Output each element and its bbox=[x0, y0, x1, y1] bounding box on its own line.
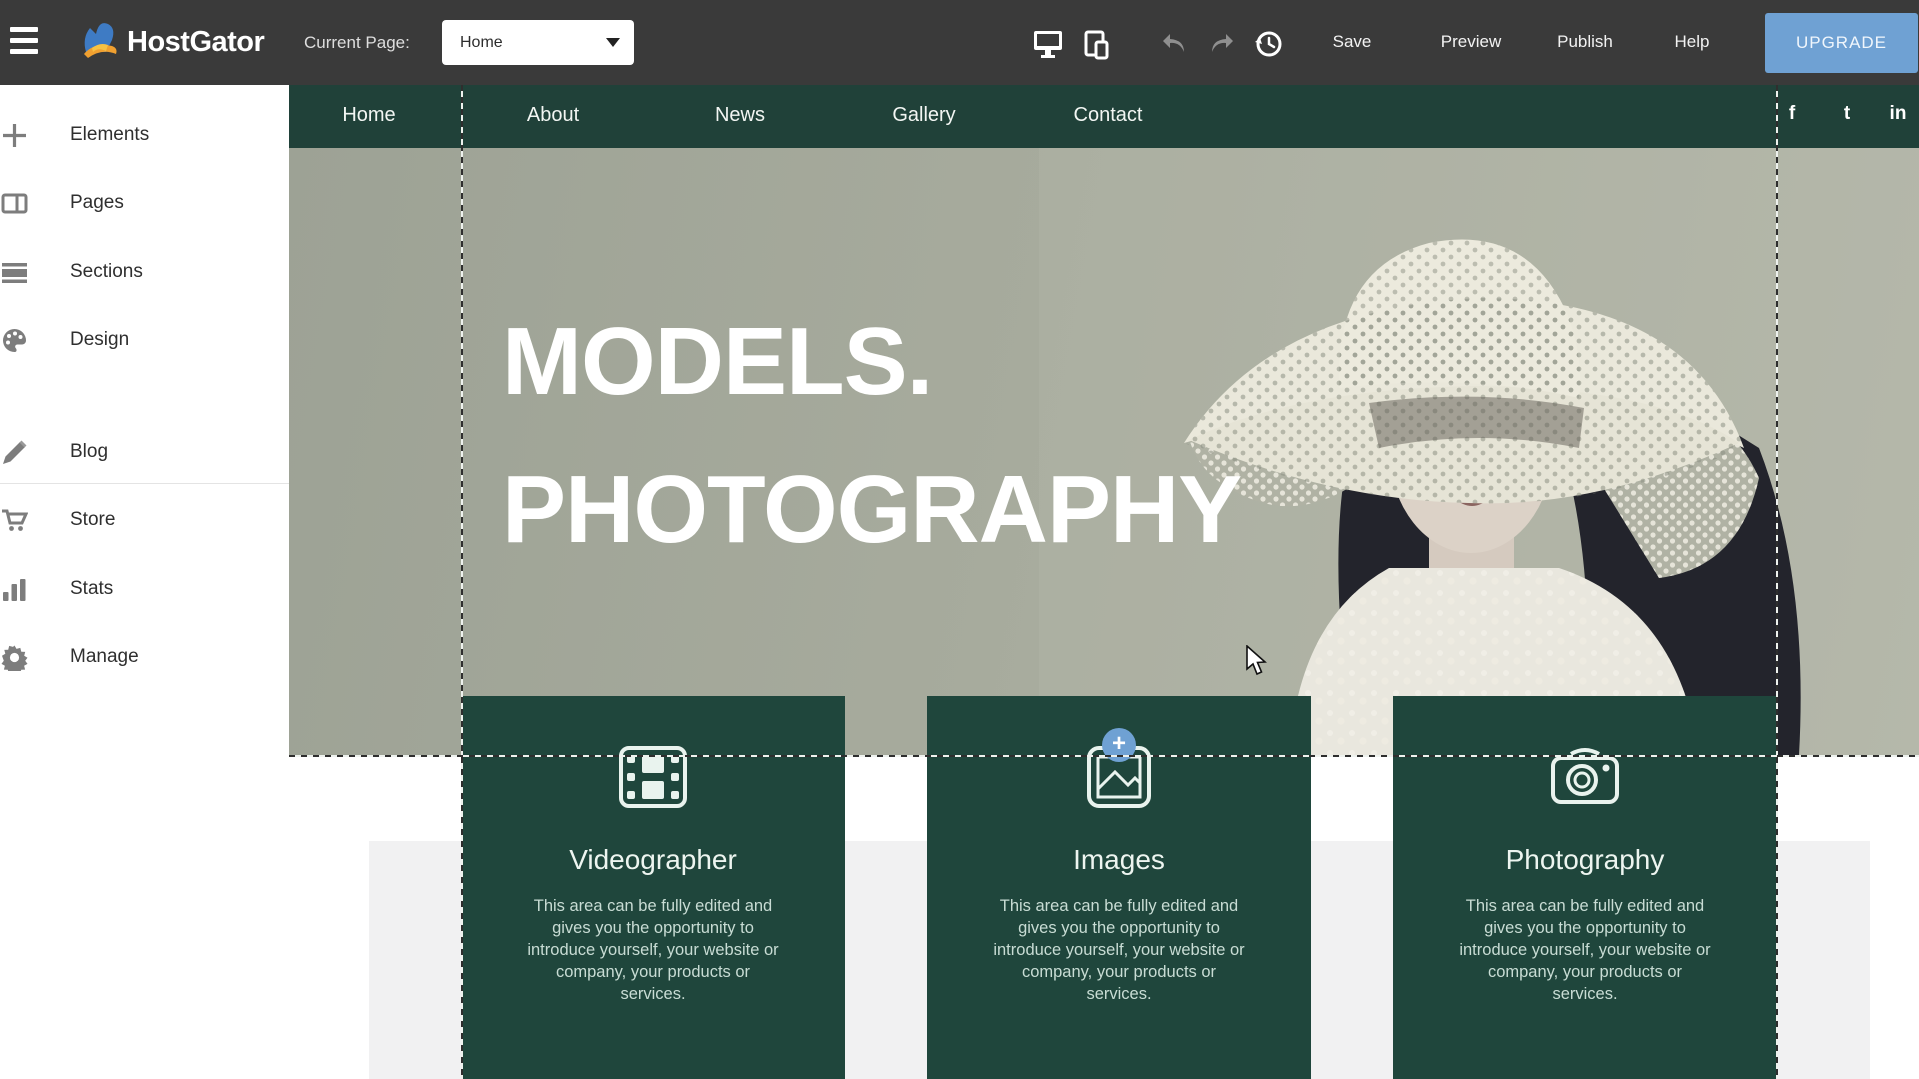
pencil-icon bbox=[1, 439, 28, 466]
hero-title[interactable]: MODELS. PHOTOGRAPHY bbox=[502, 288, 1241, 584]
site-nav-contact[interactable]: Contact bbox=[1074, 104, 1143, 127]
redo-icon[interactable] bbox=[1206, 32, 1240, 60]
publish-button[interactable]: Publish bbox=[1557, 32, 1613, 52]
hero-title-line2: PHOTOGRAPHY bbox=[502, 436, 1241, 584]
hostgator-logo: HostGator bbox=[78, 18, 264, 67]
sections-icon bbox=[1, 259, 28, 286]
site-nav-home[interactable]: Home bbox=[342, 104, 395, 127]
sidebar-item-label: Pages bbox=[70, 192, 124, 214]
help-button[interactable]: Help bbox=[1675, 32, 1710, 52]
facebook-icon[interactable]: f bbox=[1789, 103, 1795, 125]
hero-title-line1: MODELS. bbox=[502, 288, 1241, 436]
sidebar-item-label: Stats bbox=[70, 578, 113, 600]
site-navbar[interactable]: Home About News Gallery Contact f t in bbox=[289, 85, 1919, 148]
card-images[interactable]: + Images This area can be fully edited a… bbox=[927, 696, 1311, 1079]
card-body: This area can be fully edited and gives … bbox=[1454, 896, 1716, 1006]
preview-button[interactable]: Preview bbox=[1441, 32, 1501, 52]
sidebar-item-elements[interactable]: Elements bbox=[0, 113, 289, 159]
card-body: This area can be fully edited and gives … bbox=[988, 896, 1250, 1006]
upgrade-button[interactable]: UPGRADE bbox=[1765, 13, 1918, 73]
selection-guide-right bbox=[1776, 85, 1778, 1079]
menu-icon[interactable] bbox=[10, 27, 38, 57]
mobile-view-icon[interactable] bbox=[1082, 30, 1116, 58]
card-photography[interactable]: Photography This area can be fully edite… bbox=[1393, 696, 1777, 1079]
sidebar-item-pages[interactable]: Pages bbox=[0, 181, 289, 227]
card-videographer[interactable]: Videographer This area can be fully edit… bbox=[461, 696, 845, 1079]
card-title: Videographer bbox=[461, 844, 845, 876]
bar-chart-icon bbox=[1, 576, 28, 603]
sidebar-item-label: Manage bbox=[70, 646, 139, 668]
page-select-value: Home bbox=[460, 34, 503, 52]
site-nav-news[interactable]: News bbox=[715, 104, 765, 127]
sidebar-item-design[interactable]: Design bbox=[0, 318, 289, 364]
save-button[interactable]: Save bbox=[1333, 32, 1372, 52]
mouse-cursor bbox=[1245, 645, 1271, 677]
twitter-icon[interactable]: t bbox=[1844, 103, 1850, 125]
gear-icon bbox=[1, 644, 28, 671]
page-select-dropdown[interactable]: Home bbox=[442, 20, 634, 65]
sidebar-divider bbox=[0, 483, 289, 484]
sidebar-item-label: Sections bbox=[70, 261, 143, 283]
desktop-view-icon[interactable] bbox=[1032, 30, 1066, 58]
sidebar-item-manage[interactable]: Manage bbox=[0, 635, 289, 681]
palette-icon bbox=[1, 327, 28, 354]
site-preview-canvas: Home About News Gallery Contact f t in bbox=[289, 85, 1919, 1079]
chevron-down-icon bbox=[606, 38, 620, 47]
sidebar-item-sections[interactable]: Sections bbox=[0, 250, 289, 296]
brand-name: HostGator bbox=[127, 26, 264, 59]
linkedin-icon[interactable]: in bbox=[1890, 103, 1907, 125]
sidebar-item-store[interactable]: Store bbox=[0, 498, 289, 544]
card-body: This area can be fully edited and gives … bbox=[522, 896, 784, 1006]
sidebar-item-label: Store bbox=[70, 509, 115, 531]
cart-icon bbox=[1, 507, 28, 534]
sidebar-item-label: Blog bbox=[70, 441, 108, 463]
builder-window: HostGator Current Page: Home bbox=[0, 0, 1919, 1079]
image-plus-icon: + bbox=[1083, 744, 1155, 810]
section-boundary-guide bbox=[289, 755, 1919, 757]
card-title: Photography bbox=[1393, 844, 1777, 876]
plus-icon bbox=[1, 122, 28, 149]
current-page-label: Current Page: bbox=[304, 33, 410, 53]
pages-icon bbox=[1, 190, 28, 217]
gator-icon bbox=[78, 18, 120, 67]
sidebar-item-blog[interactable]: Blog bbox=[0, 430, 289, 476]
camera-icon bbox=[1549, 744, 1621, 810]
undo-icon[interactable] bbox=[1160, 32, 1194, 60]
hero-section[interactable]: MODELS. PHOTOGRAPHY bbox=[289, 148, 1919, 755]
card-title: Images bbox=[927, 844, 1311, 876]
site-nav-gallery[interactable]: Gallery bbox=[892, 104, 955, 127]
film-icon bbox=[617, 744, 689, 810]
history-icon[interactable] bbox=[1254, 29, 1288, 57]
sidebar-item-label: Design bbox=[70, 329, 129, 351]
sidebar-item-stats[interactable]: Stats bbox=[0, 567, 289, 613]
editor-sidebar: Elements Pages Sections bbox=[0, 85, 289, 1079]
top-toolbar: HostGator Current Page: Home bbox=[0, 0, 1919, 85]
sidebar-item-label: Elements bbox=[70, 124, 149, 146]
selection-guide-left bbox=[461, 85, 463, 1079]
site-nav-about[interactable]: About bbox=[527, 104, 579, 127]
